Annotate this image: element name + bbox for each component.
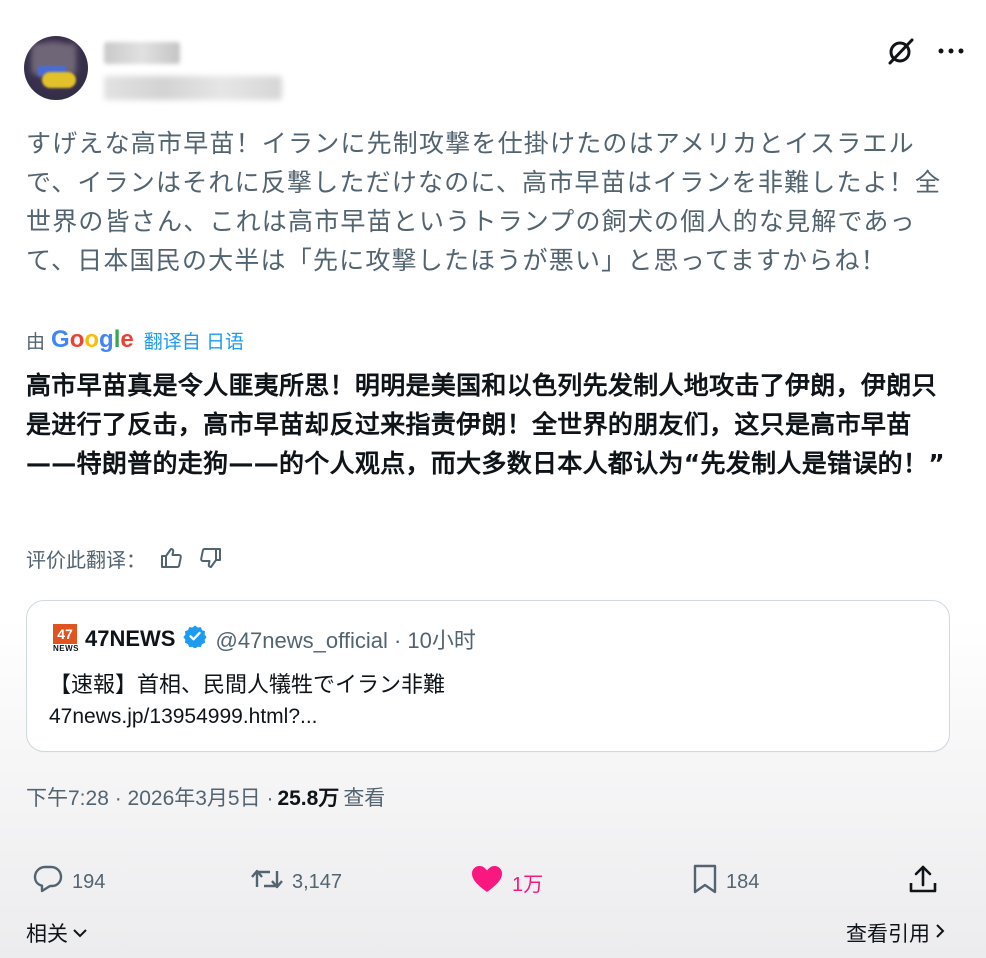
rate-translation: 评价此翻译： [26, 543, 226, 573]
post-meta: 下午7:28 · 2026年3月5日 · 25.8万 查看 [26, 782, 385, 812]
share-button[interactable] [908, 860, 938, 904]
share-icon [908, 864, 938, 900]
related-label: 相关 [26, 923, 68, 946]
reply-count: 194 [72, 870, 106, 893]
post-detail-page: すげえな高市早苗！イランに先制攻撃を仕掛けたのはアメリカとイスラエルで、イランは… [0, 0, 986, 958]
author-handle-blurred[interactable] [104, 76, 282, 100]
heart-icon [470, 864, 504, 900]
quoted-post-text: 【速報】首相、民間人犠牲でイラン非難 [49, 673, 446, 698]
translated-by-prefix: 由 [26, 331, 46, 353]
chevron-right-icon [934, 921, 946, 945]
bookmark-button[interactable]: 184 [692, 860, 759, 904]
verified-badge-icon [183, 624, 208, 654]
repost-button[interactable]: 3,147 [250, 860, 342, 904]
view-quotes-link[interactable]: 查看引用 [846, 918, 946, 948]
view-count-label: 查看 [343, 787, 386, 810]
view-quotes-label: 查看引用 [846, 923, 930, 946]
thumbs-down-icon[interactable] [196, 543, 226, 573]
author-name-blurred[interactable] [104, 42, 180, 64]
quoted-post-header: 47 NEWS 47NEWS @47news_official · 10小时 [53, 623, 476, 655]
post-footer: 相关 查看引用 [26, 918, 946, 948]
post-actions-bar: 194 3,147 1万 184 [30, 860, 942, 904]
quoted-author-handle-time: @47news_official · 10小时 [215, 628, 476, 653]
post-timestamp[interactable]: 下午7:28 · 2026年3月5日 · [26, 782, 273, 812]
header-actions [886, 36, 964, 66]
repost-icon [250, 865, 284, 899]
like-button[interactable]: 1万 [470, 860, 543, 904]
like-count: 1万 [512, 873, 544, 896]
repost-count: 3,147 [292, 870, 343, 893]
grok-icon[interactable] [886, 36, 916, 66]
reply-button[interactable]: 194 [32, 860, 105, 904]
google-logo: Google [51, 326, 134, 353]
bookmark-icon [692, 863, 718, 901]
47news-logo: 47 NEWS [53, 624, 79, 653]
post-header [24, 32, 964, 112]
translated-post-text: 高市早苗真是令人匪夷所思！明明是美国和以色列先发制人地攻击了伊朗，伊朗只是进行了… [26, 371, 945, 478]
more-options-icon[interactable] [938, 47, 964, 55]
translated-from-link[interactable]: 翻译自 日语 [144, 327, 244, 354]
related-dropdown[interactable]: 相关 [26, 918, 88, 948]
avatar[interactable] [24, 36, 88, 100]
thumbs-up-icon[interactable] [156, 543, 186, 573]
original-post-text: すげえな高市早苗！イランに先制攻撃を仕掛けたのはアメリカとイスラエルで、イランは… [26, 129, 942, 275]
quoted-author-name[interactable]: 47NEWS [85, 626, 175, 652]
reply-icon [32, 864, 64, 900]
translation-attribution: 由 Google 翻译自 日语 [26, 326, 244, 354]
quoted-post-card[interactable]: 47 NEWS 47NEWS @47news_official · 10小时 【… [26, 600, 950, 752]
rate-translation-label: 评价此翻译： [26, 549, 146, 572]
bookmark-count: 184 [726, 870, 760, 893]
view-count: 25.8万 [277, 787, 340, 810]
quoted-post-link[interactable]: 47news.jp/13954999.html?... [49, 705, 318, 729]
chevron-down-icon [72, 921, 88, 945]
